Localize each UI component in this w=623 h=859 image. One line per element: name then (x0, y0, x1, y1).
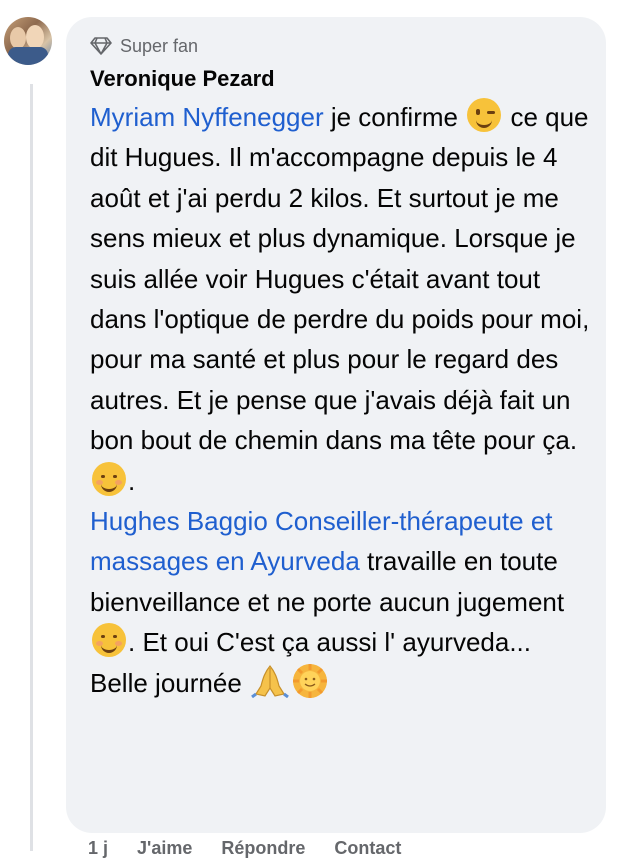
super-fan-badge[interactable]: Super fan (90, 35, 582, 57)
avatar[interactable] (4, 17, 52, 65)
folded-hands-emoji (251, 664, 289, 698)
mention-myriam[interactable]: Myriam Nyffenegger (90, 102, 324, 132)
contact-button[interactable]: Contact (334, 838, 401, 858)
comment-text-part1: je confirme (323, 102, 466, 132)
comment-text-part3: . (128, 465, 136, 496)
smiling-face-emoji (92, 461, 126, 496)
comment-text-part2: ce que dit Hugues. Il m'accompagne depui… (90, 102, 590, 456)
smiling-eyes-emoji (92, 623, 126, 658)
comment-actions: 1 j J'aime Répondre Contact (88, 838, 425, 859)
badge-label: Super fan (120, 35, 199, 56)
thread-line (30, 84, 33, 851)
comment-bubble: Super fan Veronique Pezard Myriam Nyffen… (66, 17, 606, 833)
sun-with-face-emoji (293, 663, 327, 698)
winking-face-emoji (467, 98, 502, 132)
comment-time[interactable]: 1 j (88, 838, 108, 858)
reply-button[interactable]: Répondre (221, 838, 305, 858)
like-button[interactable]: J'aime (137, 838, 192, 858)
comment-author[interactable]: Veronique Pezard (90, 65, 582, 93)
comment-text: Myriam Nyffenegger je confirme ce que di… (90, 97, 590, 703)
diamond-icon (90, 37, 112, 55)
